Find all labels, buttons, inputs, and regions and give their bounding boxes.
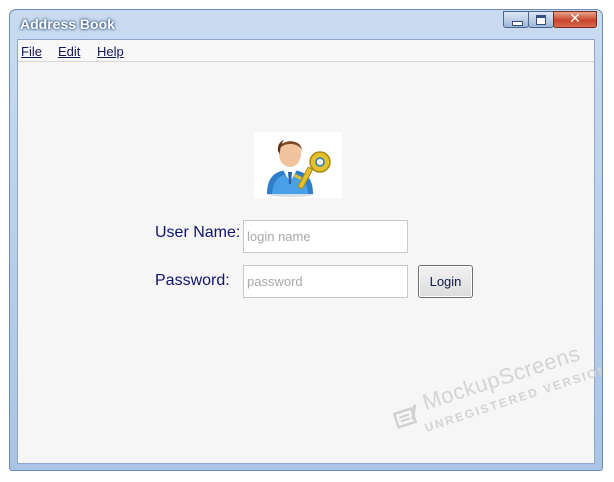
app-window: Address Book ✕ File Edit Help User Name:… xyxy=(9,9,603,471)
close-icon: ✕ xyxy=(569,11,581,27)
user-with-key-icon xyxy=(254,132,342,198)
watermark: MockupScreens UNREGISTERED VERSION xyxy=(386,332,602,460)
mockupscreens-logo-icon xyxy=(392,404,418,429)
title-bar[interactable]: Address Book ✕ xyxy=(10,10,602,39)
menu-bar: File Edit Help xyxy=(18,40,594,62)
menu-file[interactable]: File xyxy=(21,44,42,59)
window-title: Address Book xyxy=(20,16,115,32)
minimize-button[interactable] xyxy=(503,11,529,28)
login-button[interactable]: Login xyxy=(418,265,473,298)
username-label: User Name: xyxy=(155,224,241,241)
maximize-button[interactable] xyxy=(528,11,554,28)
password-label: Password: xyxy=(155,272,230,289)
menu-help[interactable]: Help xyxy=(97,44,124,59)
username-input[interactable] xyxy=(243,220,408,253)
menu-edit[interactable]: Edit xyxy=(58,44,80,59)
close-button[interactable]: ✕ xyxy=(553,11,597,28)
client-area: File Edit Help User Name: Password: xyxy=(17,39,602,464)
password-input[interactable] xyxy=(243,265,408,298)
window-controls: ✕ xyxy=(503,11,597,28)
